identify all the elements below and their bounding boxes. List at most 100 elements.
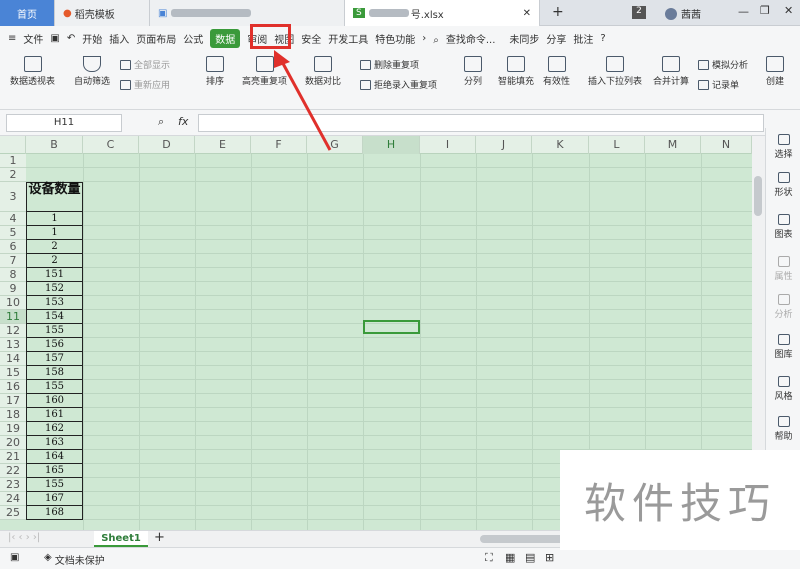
corner-cell[interactable] — [0, 136, 26, 154]
data-cell[interactable]: 163 — [26, 436, 83, 450]
menu-data[interactable]: 数据 — [210, 28, 241, 48]
column-header[interactable]: L — [589, 136, 645, 154]
column-header[interactable]: K — [532, 136, 589, 154]
row-header[interactable]: 23 — [0, 478, 26, 492]
data-cell[interactable]: 155 — [26, 324, 83, 338]
tab-home[interactable]: 首页 — [0, 0, 55, 26]
reject-duplicates-button[interactable]: 拒绝录入重复项 — [360, 78, 437, 91]
menu-file[interactable]: 文件 — [23, 31, 43, 46]
data-cell[interactable]: 165 — [26, 464, 83, 478]
data-cell[interactable]: 164 — [26, 450, 83, 464]
sort-button[interactable]: 排序 — [206, 56, 224, 87]
selected-cell-h11[interactable] — [363, 320, 420, 334]
row-header[interactable]: 3 — [0, 182, 26, 212]
protect-status[interactable]: ◈ 文档未保护 — [44, 552, 105, 567]
row-header[interactable]: 15 — [0, 366, 26, 380]
menu-security[interactable]: 安全 — [301, 31, 321, 46]
window-count-badge[interactable]: 2 — [632, 6, 646, 19]
row-header[interactable]: 10 — [0, 296, 26, 310]
sync-status[interactable]: 未同步 — [509, 31, 539, 46]
chart-tool[interactable]: 图表 — [766, 214, 800, 240]
data-cell[interactable]: 1 — [26, 212, 83, 226]
row-header[interactable]: 8 — [0, 268, 26, 282]
user-account[interactable]: 茜茜 — [665, 6, 701, 21]
row-header[interactable]: 25 — [0, 506, 26, 520]
column-header-selected[interactable]: H — [363, 136, 420, 154]
column-header[interactable]: M — [645, 136, 701, 154]
hamburger-icon[interactable]: ≡ — [8, 33, 16, 44]
column-header[interactable]: N — [701, 136, 752, 154]
validity-button[interactable]: 有效性 — [543, 56, 570, 87]
menu-start[interactable]: 开始 — [82, 31, 102, 46]
select-tool[interactable]: 选择 — [766, 134, 800, 160]
column-header[interactable]: J — [476, 136, 532, 154]
header-cell-device-count[interactable]: 设备数量 — [26, 182, 83, 212]
consolidate-button[interactable]: 合并计算 — [653, 56, 689, 87]
simulate-analysis-button[interactable]: 模拟分析 — [698, 58, 748, 71]
close-icon[interactable]: ✕ — [523, 8, 531, 19]
help-button[interactable]: ? — [600, 33, 605, 44]
minimize-icon[interactable]: — — [738, 5, 749, 18]
data-cell[interactable]: 2 — [26, 240, 83, 254]
add-sheet-button[interactable]: + — [154, 530, 165, 545]
name-box[interactable]: H11 — [6, 114, 122, 132]
menu-layout[interactable]: 页面布局 — [136, 31, 176, 46]
column-header[interactable]: C — [83, 136, 139, 154]
data-cell[interactable]: 1 — [26, 226, 83, 240]
create-button[interactable]: 创建 — [766, 56, 784, 87]
record-form-button[interactable]: 记录单 — [698, 78, 739, 91]
page-break-icon[interactable]: ⊞ — [545, 551, 554, 564]
data-cell[interactable]: 168 — [26, 506, 83, 520]
more-arrow-icon[interactable]: › — [422, 33, 426, 44]
scroll-thumb[interactable] — [754, 176, 762, 216]
fx-icon[interactable]: fx — [178, 115, 188, 128]
row-header[interactable]: 4 — [0, 212, 26, 226]
data-cell[interactable]: 160 — [26, 394, 83, 408]
row-header[interactable]: 13 — [0, 338, 26, 352]
row-header[interactable]: 12 — [0, 324, 26, 338]
row-header[interactable]: 6 — [0, 240, 26, 254]
column-header[interactable]: E — [195, 136, 251, 154]
maximize-icon[interactable]: ❐ — [760, 4, 770, 17]
property-tool[interactable]: 属性 — [766, 256, 800, 282]
column-header[interactable]: D — [139, 136, 195, 154]
data-cell[interactable]: 167 — [26, 492, 83, 506]
column-header[interactable]: I — [420, 136, 476, 154]
row-header[interactable]: 24 — [0, 492, 26, 506]
data-cell[interactable]: 156 — [26, 338, 83, 352]
row-header[interactable]: 19 — [0, 422, 26, 436]
row-header[interactable]: 18 — [0, 408, 26, 422]
page-layout-icon[interactable]: ▤ — [525, 551, 535, 564]
row-header[interactable]: 7 — [0, 254, 26, 268]
remove-duplicates-button[interactable]: 删除重复项 — [360, 58, 419, 71]
data-cell[interactable]: 153 — [26, 296, 83, 310]
data-cell[interactable]: 161 — [26, 408, 83, 422]
row-header[interactable]: 2 — [0, 168, 26, 182]
data-cell[interactable]: 158 — [26, 366, 83, 380]
row-header[interactable]: 21 — [0, 450, 26, 464]
comment-button[interactable]: 批注 — [573, 31, 593, 46]
autofilter-button[interactable]: 自动筛选 — [74, 56, 110, 87]
smart-fill-button[interactable]: 智能填充 — [498, 56, 534, 87]
share-button[interactable]: 分享 — [546, 31, 566, 46]
new-tab-button[interactable]: + — [552, 4, 564, 20]
insert-dropdown-button[interactable]: 插入下拉列表 — [588, 56, 642, 87]
fullscreen-icon[interactable]: ⛶ — [485, 551, 493, 565]
row-header[interactable]: 16 — [0, 380, 26, 394]
data-cell[interactable]: 154 — [26, 310, 83, 324]
row-header[interactable]: 5 — [0, 226, 26, 240]
row-header[interactable]: 14 — [0, 352, 26, 366]
row-header[interactable]: 17 — [0, 394, 26, 408]
style-tool[interactable]: 风格 — [766, 376, 800, 402]
row-header[interactable]: 20 — [0, 436, 26, 450]
data-cell[interactable]: 152 — [26, 282, 83, 296]
close-window-icon[interactable]: ✕ — [784, 4, 793, 17]
sheet-tab-sheet1[interactable]: Sheet1 — [94, 531, 148, 547]
data-cell[interactable]: 157 — [26, 352, 83, 366]
help-tool[interactable]: 帮助 — [766, 416, 800, 442]
row-header[interactable]: 22 — [0, 464, 26, 478]
menu-special[interactable]: 特色功能 — [375, 31, 415, 46]
row-header[interactable]: 11 — [0, 310, 26, 324]
data-cell[interactable]: 162 — [26, 422, 83, 436]
row-header[interactable]: 9 — [0, 282, 26, 296]
